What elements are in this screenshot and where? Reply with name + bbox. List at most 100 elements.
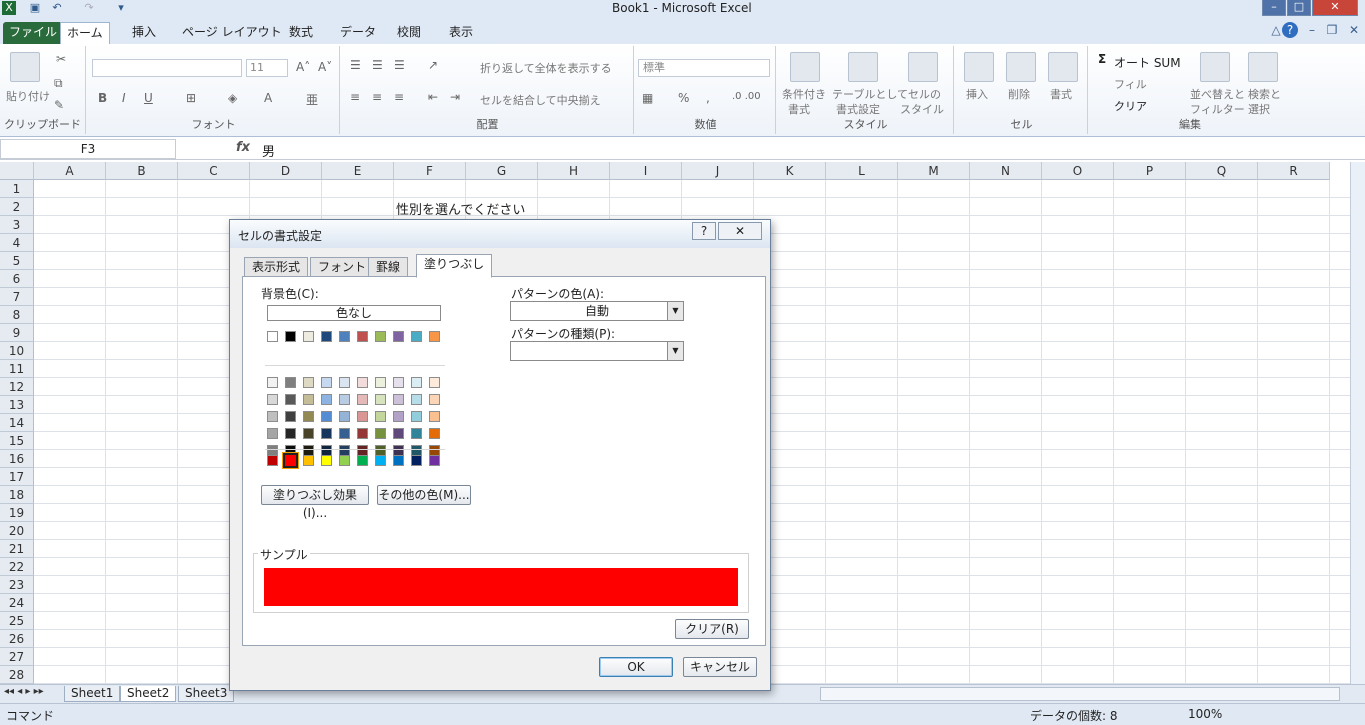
theme-tint-swatch[interactable] <box>429 411 440 422</box>
tab-page-layout[interactable]: ページ レイアウト <box>176 22 288 44</box>
fill-color-icon[interactable]: ◈ <box>228 91 237 105</box>
row-header[interactable]: 22 <box>0 558 34 576</box>
find-select-label-2[interactable]: 選択 <box>1248 101 1270 117</box>
theme-color-swatch[interactable] <box>357 331 368 342</box>
theme-tint-swatch[interactable] <box>303 377 314 388</box>
row-header[interactable]: 15 <box>0 432 34 450</box>
theme-tint-swatch[interactable] <box>339 394 350 405</box>
theme-tint-swatch[interactable] <box>357 394 368 405</box>
autosum-button[interactable]: オート SUM <box>1114 54 1181 71</box>
row-header[interactable]: 7 <box>0 288 34 306</box>
row-header[interactable]: 11 <box>0 360 34 378</box>
conditional-format-label-1[interactable]: 条件付き <box>782 86 826 102</box>
align-left-icon[interactable]: ≡ <box>350 90 360 104</box>
paste-icon[interactable] <box>10 52 40 82</box>
sort-filter-label-2[interactable]: フィルター <box>1190 101 1245 117</box>
vertical-scrollbar[interactable] <box>1350 162 1365 684</box>
standard-color-swatch[interactable] <box>429 455 440 466</box>
comma-button[interactable]: , <box>706 91 710 105</box>
conditional-format-label-2[interactable]: 書式 <box>788 101 810 117</box>
cell-styles-label-1[interactable]: セルの <box>908 86 941 102</box>
theme-tint-swatch[interactable] <box>411 377 422 388</box>
tab-review[interactable]: 校閲 <box>391 22 427 44</box>
row-header[interactable]: 17 <box>0 468 34 486</box>
dialog-close-button[interactable]: ✕ <box>718 222 762 240</box>
sort-filter-icon[interactable] <box>1200 52 1230 82</box>
column-header[interactable]: F <box>394 162 466 180</box>
shrink-font-icon[interactable]: A˅ <box>318 60 332 74</box>
paste-label[interactable]: 貼り付け <box>6 88 50 104</box>
phonetic-icon[interactable]: 亜 <box>306 91 318 108</box>
tab-insert[interactable]: 挿入 <box>126 22 162 44</box>
tab-number-format[interactable]: 表示形式 <box>244 257 309 277</box>
theme-color-swatch[interactable] <box>303 331 314 342</box>
minimize-button[interactable]: – <box>1262 0 1286 16</box>
select-all-corner[interactable] <box>0 162 34 180</box>
sheet-nav-icon[interactable]: ◂◂ ◂ ▸ ▸▸ <box>4 686 44 697</box>
theme-tint-swatch[interactable] <box>267 428 278 439</box>
row-header[interactable]: 2 <box>0 198 34 216</box>
format-as-table-label-2[interactable]: 書式設定 <box>836 101 880 117</box>
theme-tint-swatch[interactable] <box>429 428 440 439</box>
theme-tint-swatch[interactable] <box>393 394 404 405</box>
theme-tint-swatch[interactable] <box>375 394 386 405</box>
dialog-help-button[interactable]: ? <box>692 222 716 240</box>
chevron-down-icon[interactable]: ▼ <box>667 302 683 320</box>
theme-tint-swatch[interactable] <box>339 411 350 422</box>
tab-file[interactable]: ファイル <box>3 22 64 44</box>
row-header[interactable]: 21 <box>0 540 34 558</box>
format-as-table-label-1[interactable]: テーブルとして <box>832 86 908 102</box>
row-header[interactable]: 3 <box>0 216 34 234</box>
theme-color-swatch[interactable] <box>429 331 440 342</box>
theme-tint-swatch[interactable] <box>303 428 314 439</box>
theme-tint-swatch[interactable] <box>411 411 422 422</box>
theme-color-swatch[interactable] <box>267 331 278 342</box>
theme-tint-swatch[interactable] <box>411 428 422 439</box>
column-header[interactable]: A <box>34 162 106 180</box>
workbook-minimize-icon[interactable]: – <box>1304 22 1320 38</box>
border-icon[interactable]: ⊞ <box>186 91 196 105</box>
column-header[interactable]: P <box>1114 162 1186 180</box>
column-header[interactable]: Q <box>1186 162 1258 180</box>
font-name-combo[interactable] <box>92 59 242 77</box>
clear-button[interactable]: クリア <box>1114 98 1147 114</box>
theme-tint-swatch[interactable] <box>267 394 278 405</box>
theme-tint-swatch[interactable] <box>357 377 368 388</box>
row-header[interactable]: 8 <box>0 306 34 324</box>
wrap-text-button[interactable]: 折り返して全体を表示する <box>480 60 612 76</box>
horizontal-scrollbar[interactable] <box>820 687 1340 701</box>
theme-tint-swatch[interactable] <box>375 377 386 388</box>
cell-styles-label-2[interactable]: スタイル <box>900 101 944 117</box>
theme-tint-swatch[interactable] <box>393 428 404 439</box>
workbook-close-icon[interactable]: ✕ <box>1346 22 1362 38</box>
row-header[interactable]: 9 <box>0 324 34 342</box>
more-colors-button[interactable]: その他の色(M)... <box>377 485 471 505</box>
workbook-restore-icon[interactable]: ❐ <box>1324 22 1340 38</box>
format-cells-icon[interactable] <box>1048 52 1078 82</box>
theme-tint-swatch[interactable] <box>375 428 386 439</box>
theme-color-swatch[interactable] <box>375 331 386 342</box>
standard-color-swatch[interactable] <box>393 455 404 466</box>
redo-icon[interactable]: ↷ <box>82 1 96 15</box>
undo-icon[interactable]: ↶ <box>50 1 64 15</box>
column-header[interactable]: M <box>898 162 970 180</box>
find-select-label-1[interactable]: 検索と <box>1248 86 1281 102</box>
row-header[interactable]: 16 <box>0 450 34 468</box>
theme-tint-swatch[interactable] <box>429 394 440 405</box>
theme-color-swatch[interactable] <box>321 331 332 342</box>
no-color-button[interactable]: 色なし <box>267 305 441 321</box>
align-center-icon[interactable]: ≡ <box>372 90 382 104</box>
delete-cells-icon[interactable] <box>1006 52 1036 82</box>
cell-styles-icon[interactable] <box>908 52 938 82</box>
pattern-type-select[interactable]: ▼ <box>510 341 684 361</box>
tab-formulas[interactable]: 数式 <box>283 22 319 44</box>
format-painter-icon[interactable]: ✎ <box>54 98 64 112</box>
row-header[interactable]: 18 <box>0 486 34 504</box>
help-icon[interactable]: ? <box>1282 22 1298 38</box>
column-header[interactable]: D <box>250 162 322 180</box>
theme-tint-swatch[interactable] <box>267 411 278 422</box>
save-icon[interactable]: ▣ <box>28 1 42 15</box>
cell-f2[interactable]: 性別を選んでください <box>396 199 525 218</box>
column-header[interactable]: E <box>322 162 394 180</box>
theme-tint-swatch[interactable] <box>339 428 350 439</box>
